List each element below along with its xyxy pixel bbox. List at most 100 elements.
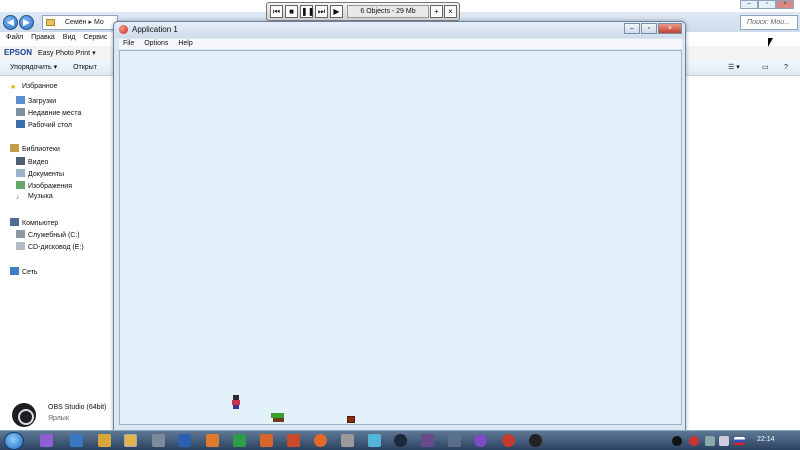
sidebar-item-favorites[interactable]: ★ Избранное	[10, 83, 57, 91]
brick-block-sprite	[347, 416, 355, 423]
menu-file[interactable]: File	[123, 39, 134, 49]
obs-shortcut-tile[interactable]: OBS Studio (64bit) Ярлык	[0, 398, 115, 430]
runner-toolbar: ⏮ ■ ❚❚ ⏭ ▶ 6 Objects - 29 Mb + ×	[266, 2, 460, 21]
app-taskbar-icon[interactable]	[368, 434, 381, 447]
pause-icon[interactable]: ❚❚	[300, 5, 314, 18]
sidebar-item-pictures[interactable]: Изображения	[16, 181, 72, 190]
obs-name: OBS Studio (64bit)	[48, 404, 107, 411]
desktop-icon	[16, 120, 25, 128]
pictures-icon	[16, 181, 25, 189]
sidebar-item-libraries[interactable]: Библиотеки	[10, 144, 60, 153]
sidebar-item-downloads[interactable]: Загрузки	[16, 96, 56, 105]
firefox-icon[interactable]	[314, 434, 327, 447]
menu-options[interactable]: Options	[144, 39, 168, 49]
cd-drive-icon	[16, 242, 25, 250]
epson-app-button[interactable]: Easy Photo Print	[38, 50, 90, 57]
epson-logo: EPSON	[4, 48, 33, 57]
network-tray-icon[interactable]	[705, 436, 715, 446]
application-taskbar-icon[interactable]	[502, 434, 515, 447]
sidebar-item-video[interactable]: Видео	[16, 157, 48, 166]
sidebar-item-drive-e[interactable]: CD-дисковод (E:)	[16, 242, 84, 251]
organize-button[interactable]: Упорядочить	[10, 64, 52, 71]
explorer-maximize-button[interactable]: ▫	[758, 0, 776, 9]
navigation-pane: ★ Избранное Загрузки Недавние места Рабоч…	[0, 77, 115, 397]
sidebar-item-network[interactable]: Сеть	[10, 267, 38, 276]
breadcrumb-item[interactable]: Мо	[94, 19, 104, 26]
view-options-icon[interactable]: ☰ ▾	[728, 60, 740, 76]
computer-icon	[10, 218, 19, 226]
viber-icon[interactable]	[40, 434, 53, 447]
stop-icon[interactable]: ■	[285, 5, 298, 18]
app-title-bar[interactable]: Application 1 – ▫ ×	[114, 22, 685, 38]
tray-app-icon[interactable]	[689, 436, 699, 446]
obs-logo-icon	[12, 403, 36, 427]
maximize-button[interactable]: ▫	[641, 23, 657, 34]
menu-file[interactable]: Файл	[6, 34, 23, 41]
video-icon	[16, 157, 25, 165]
start-button[interactable]	[4, 432, 24, 450]
chevron-down-icon[interactable]: ▾	[54, 64, 58, 71]
sidebar-item-drive-c[interactable]: Служебный (C:)	[16, 230, 80, 239]
breadcrumb-item[interactable]: Семён	[65, 19, 87, 26]
menu-tools[interactable]: Сервис	[83, 34, 107, 41]
app-taskbar-icon[interactable]	[206, 434, 219, 447]
open-button[interactable]: Открыт	[73, 64, 97, 71]
play-icon[interactable]: ▶	[330, 5, 343, 18]
explorer-close-button[interactable]: ×	[776, 0, 794, 9]
address-input[interactable]: Семён ▸ Мо	[42, 15, 118, 30]
documents-icon	[16, 169, 25, 177]
app-title: Application 1	[132, 25, 178, 34]
sidebar-item-computer[interactable]: Компьютер	[10, 218, 58, 227]
explorer-taskbar-icon[interactable]	[124, 434, 137, 447]
hard-drive-icon	[16, 230, 25, 238]
object-count-readout: 6 Objects - 29 Mb	[347, 5, 429, 18]
app-taskbar-icon[interactable]	[474, 434, 487, 447]
close-icon[interactable]: ×	[444, 5, 457, 18]
dropdown-arrow-icon[interactable]: ▾	[92, 50, 96, 57]
sidebar-item-music[interactable]: ♪ Музыка	[16, 193, 53, 202]
sidebar-item-recent[interactable]: Недавние места	[16, 108, 81, 117]
help-icon[interactable]: ?	[784, 60, 788, 76]
search-input[interactable]: Поиск: Мои...	[740, 15, 798, 30]
menu-view[interactable]: Вид	[63, 34, 76, 41]
close-button[interactable]: ×	[658, 23, 682, 34]
steam-icon[interactable]	[394, 434, 407, 447]
media-player-icon[interactable]	[70, 434, 83, 447]
explorer-menu-bar: Файл Правка Вид Сервис	[0, 34, 107, 46]
word-icon[interactable]	[178, 434, 191, 447]
player-character-sprite	[231, 395, 241, 409]
plus-icon[interactable]: +	[430, 5, 443, 18]
music-note-icon: ♪	[16, 194, 20, 201]
preview-pane-icon[interactable]: ▭	[762, 60, 769, 76]
minimize-button[interactable]: –	[624, 23, 640, 34]
taskbar: 22:14	[0, 430, 800, 450]
tray-app-icon[interactable]	[672, 436, 682, 446]
menu-edit[interactable]: Правка	[31, 34, 55, 41]
app-taskbar-icon[interactable]	[421, 434, 434, 447]
back-arrow-icon[interactable]: ◀	[3, 15, 18, 30]
media-center-icon[interactable]	[98, 434, 111, 447]
sidebar-item-documents[interactable]: Документы	[16, 169, 64, 178]
language-flag-icon[interactable]	[734, 437, 745, 445]
libraries-icon	[10, 144, 19, 152]
app-taskbar-icon[interactable]	[448, 434, 461, 447]
app-taskbar-icon[interactable]	[287, 434, 300, 447]
grass-block-sprite	[271, 413, 284, 422]
obs-taskbar-icon[interactable]	[529, 434, 542, 447]
application-window: Application 1 – ▫ × File Options Help	[113, 21, 686, 431]
mouse-cursor-icon	[768, 38, 773, 47]
menu-help[interactable]: Help	[178, 39, 192, 49]
sidebar-item-desktop[interactable]: Рабочий стол	[16, 120, 72, 129]
app-taskbar-icon[interactable]	[341, 434, 354, 447]
game-canvas[interactable]	[119, 50, 682, 425]
explorer-minimize-button[interactable]: –	[740, 0, 758, 9]
powerpoint-icon[interactable]	[260, 434, 273, 447]
app-taskbar-icon[interactable]	[152, 434, 165, 447]
step-forward-icon[interactable]: ⏭	[315, 5, 328, 18]
forward-arrow-icon[interactable]: ▶	[19, 15, 34, 30]
volume-icon[interactable]	[719, 436, 729, 446]
clock[interactable]: 22:14	[757, 436, 775, 443]
excel-icon[interactable]	[233, 434, 246, 447]
skip-back-icon[interactable]: ⏮	[270, 5, 283, 18]
downloads-icon	[16, 96, 25, 104]
